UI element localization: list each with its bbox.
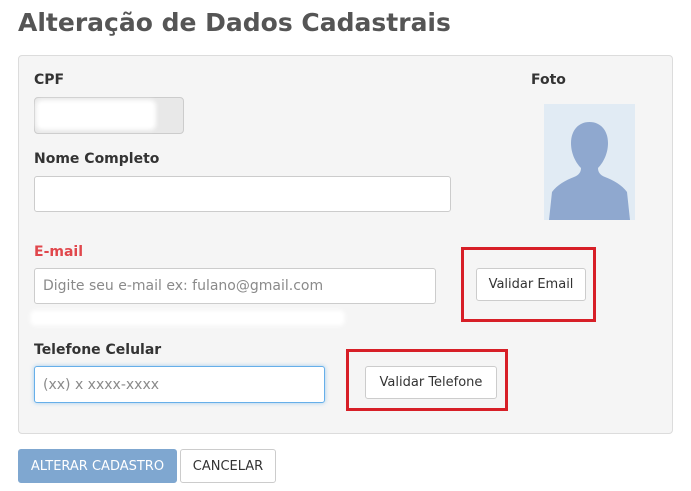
phone-label: Telefone Celular	[34, 342, 162, 358]
photo-label: Foto	[531, 72, 566, 88]
validate-email-button[interactable]: Validar Email	[476, 268, 586, 301]
phone-field[interactable]	[34, 366, 325, 403]
cancel-button[interactable]: CANCELAR	[180, 449, 276, 483]
profile-photo	[544, 104, 635, 220]
validate-phone-button[interactable]: Validar Telefone	[365, 366, 497, 399]
submit-button[interactable]: ALTERAR CADASTRO	[18, 449, 177, 483]
name-field[interactable]	[34, 176, 451, 212]
email-field[interactable]	[34, 268, 436, 304]
name-label: Nome Completo	[34, 151, 160, 167]
user-silhouette-icon	[549, 122, 630, 220]
email-label: E-mail	[34, 244, 84, 260]
cpf-redaction	[36, 100, 156, 130]
page-title: Alteração de Dados Cadastrais	[18, 8, 451, 37]
cpf-label: CPF	[34, 72, 65, 88]
email-hint-redaction	[30, 310, 345, 326]
